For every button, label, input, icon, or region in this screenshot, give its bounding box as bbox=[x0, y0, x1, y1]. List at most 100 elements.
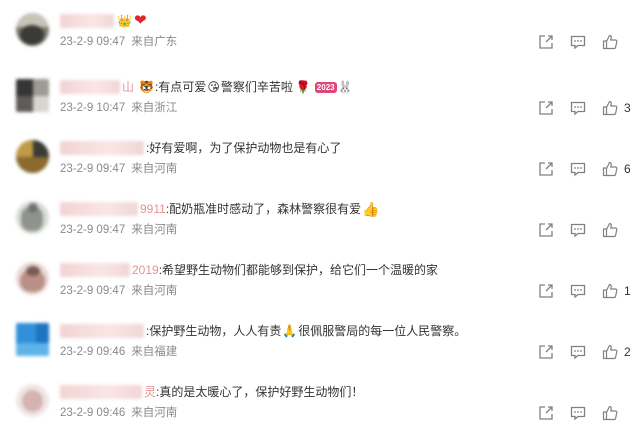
year-badge: 2023 bbox=[314, 81, 337, 93]
avatar[interactable] bbox=[16, 140, 49, 173]
comment-text: :希望野生动物们都能够到保护，给它们一个温暖的家 bbox=[158, 263, 439, 277]
reply-button[interactable] bbox=[570, 222, 586, 238]
username[interactable] bbox=[60, 202, 138, 216]
comment-text: :真的是太暖心了，保护好野生动物们！ bbox=[156, 385, 364, 399]
thumbs-up-emoji: 👍 bbox=[362, 201, 380, 217]
avatar[interactable] bbox=[16, 201, 49, 234]
comment-source: 来自河南 bbox=[131, 163, 178, 175]
like-count: 3 bbox=[624, 101, 631, 115]
comment-actions: 3 bbox=[538, 98, 631, 118]
comment-text-continued: 警察们辛苦啦 bbox=[220, 80, 293, 94]
comment-actions: 1 bbox=[538, 281, 631, 301]
comment-date: 23-2-9 09:47 bbox=[60, 163, 126, 175]
avatar[interactable] bbox=[16, 323, 49, 356]
avatar[interactable] bbox=[16, 79, 49, 112]
like-button[interactable] bbox=[602, 405, 624, 421]
share-button[interactable] bbox=[538, 222, 554, 238]
comment-source: 来自河南 bbox=[131, 407, 178, 419]
comment-line: :保护野生动物，人人有责 🙏 很佩服警局的每一位人民警察。 bbox=[60, 322, 466, 340]
comment-actions: 6 bbox=[538, 159, 631, 179]
rabbit-sticker-icon: 🐰 bbox=[337, 80, 353, 94]
username[interactable] bbox=[60, 80, 120, 94]
comment-meta: 23-2-9 09:47 来自河南 bbox=[60, 283, 177, 299]
comment-item: 山 🐯 :有点可爱 😘 警察们辛苦啦 🌹 2023 🐰 23-2-9 10:47… bbox=[0, 78, 635, 138]
avatar[interactable] bbox=[16, 384, 49, 417]
comment-date: 23-2-9 09:47 bbox=[60, 36, 126, 48]
reply-button[interactable] bbox=[570, 34, 586, 50]
share-button[interactable] bbox=[538, 405, 554, 421]
thumbs-up-icon bbox=[602, 344, 618, 360]
comment-meta: 23-2-9 10:47 来自浙江 bbox=[60, 100, 177, 116]
like-button[interactable]: 2 bbox=[602, 344, 631, 360]
comment-line: 👑 ❤ bbox=[60, 12, 148, 30]
like-button[interactable]: 3 bbox=[602, 100, 631, 116]
username[interactable] bbox=[60, 324, 144, 338]
share-icon bbox=[539, 162, 553, 176]
comment-item: 9911 :配奶瓶准时感动了，森林警察很有爱 👍 23-2-9 09:47 来自河… bbox=[0, 200, 635, 260]
username[interactable] bbox=[60, 263, 130, 277]
username-suffix: 山 bbox=[122, 80, 135, 94]
share-button[interactable] bbox=[538, 34, 554, 50]
share-icon bbox=[539, 101, 553, 115]
thumbs-up-icon bbox=[602, 100, 618, 116]
share-icon bbox=[539, 223, 553, 237]
username[interactable] bbox=[60, 14, 114, 28]
like-button[interactable]: 6 bbox=[602, 161, 631, 177]
comment-icon bbox=[570, 101, 586, 116]
like-button[interactable] bbox=[602, 222, 624, 238]
reply-button[interactable] bbox=[570, 161, 586, 177]
like-button[interactable] bbox=[602, 34, 624, 50]
thumbs-up-icon bbox=[602, 222, 618, 238]
comment-item: :保护野生动物，人人有责 🙏 很佩服警局的每一位人民警察。 23-2-9 09:… bbox=[0, 322, 635, 382]
thumbs-up-icon bbox=[602, 34, 618, 50]
username[interactable] bbox=[60, 385, 142, 399]
username-suffix: 2019 bbox=[132, 263, 159, 277]
username[interactable] bbox=[60, 141, 144, 155]
comment-date: 23-2-9 09:46 bbox=[60, 407, 126, 419]
comment-source: 来自浙江 bbox=[131, 102, 178, 114]
comment-line: 山 🐯 :有点可爱 😘 警察们辛苦啦 🌹 2023 🐰 bbox=[60, 78, 354, 96]
like-button[interactable]: 1 bbox=[602, 283, 631, 299]
thumbs-up-icon bbox=[602, 283, 618, 299]
comment-line: 2019 :希望野生动物们都能够到保护，给它们一个温暖的家 bbox=[60, 261, 438, 279]
share-button[interactable] bbox=[538, 100, 554, 116]
comment-actions bbox=[538, 403, 624, 423]
comment-text: :有点可爱 bbox=[154, 80, 207, 94]
avatar[interactable] bbox=[16, 262, 49, 295]
share-icon bbox=[539, 284, 553, 298]
kiss-emoji: 😘 bbox=[207, 80, 220, 94]
comment-text: :配奶瓶准时感动了，森林警察很有爱 bbox=[165, 202, 362, 216]
comment-icon bbox=[570, 162, 586, 177]
comment-icon bbox=[570, 406, 586, 421]
share-icon bbox=[539, 406, 553, 420]
comment-actions bbox=[538, 32, 624, 52]
thumbs-up-icon bbox=[602, 405, 618, 421]
comment-meta: 23-2-9 09:47 来自河南 bbox=[60, 161, 177, 177]
praying-hands-emoji: 🙏 bbox=[282, 324, 298, 338]
comment-line: :好有爱啊，为了保护动物也是有心了 bbox=[60, 139, 341, 157]
comment-actions: 2 bbox=[538, 342, 631, 362]
comment-icon bbox=[570, 223, 586, 238]
comment-source: 来自河南 bbox=[131, 285, 178, 297]
comment-date: 23-2-9 10:47 bbox=[60, 102, 126, 114]
reply-button[interactable] bbox=[570, 344, 586, 360]
comment-source: 来自广东 bbox=[131, 36, 178, 48]
reply-button[interactable] bbox=[570, 100, 586, 116]
comment-actions bbox=[538, 220, 624, 240]
comment-meta: 23-2-9 09:47 来自广东 bbox=[60, 34, 177, 50]
comment-icon bbox=[570, 345, 586, 360]
username-suffix: 灵 bbox=[144, 385, 157, 399]
share-button[interactable] bbox=[538, 344, 554, 360]
avatar[interactable] bbox=[16, 13, 49, 46]
share-button[interactable] bbox=[538, 283, 554, 299]
reply-button[interactable] bbox=[570, 283, 586, 299]
comment-item: 2019 :希望野生动物们都能够到保护，给它们一个温暖的家 23-2-9 09:… bbox=[0, 261, 635, 321]
share-icon bbox=[539, 345, 553, 359]
comment-text: :好有爱啊，为了保护动物也是有心了 bbox=[146, 141, 342, 155]
share-button[interactable] bbox=[538, 161, 554, 177]
like-count: 1 bbox=[624, 284, 631, 298]
share-icon bbox=[539, 35, 553, 49]
reply-button[interactable] bbox=[570, 405, 586, 421]
comment-meta: 23-2-9 09:46 来自河南 bbox=[60, 405, 177, 421]
comment-icon bbox=[570, 284, 586, 299]
